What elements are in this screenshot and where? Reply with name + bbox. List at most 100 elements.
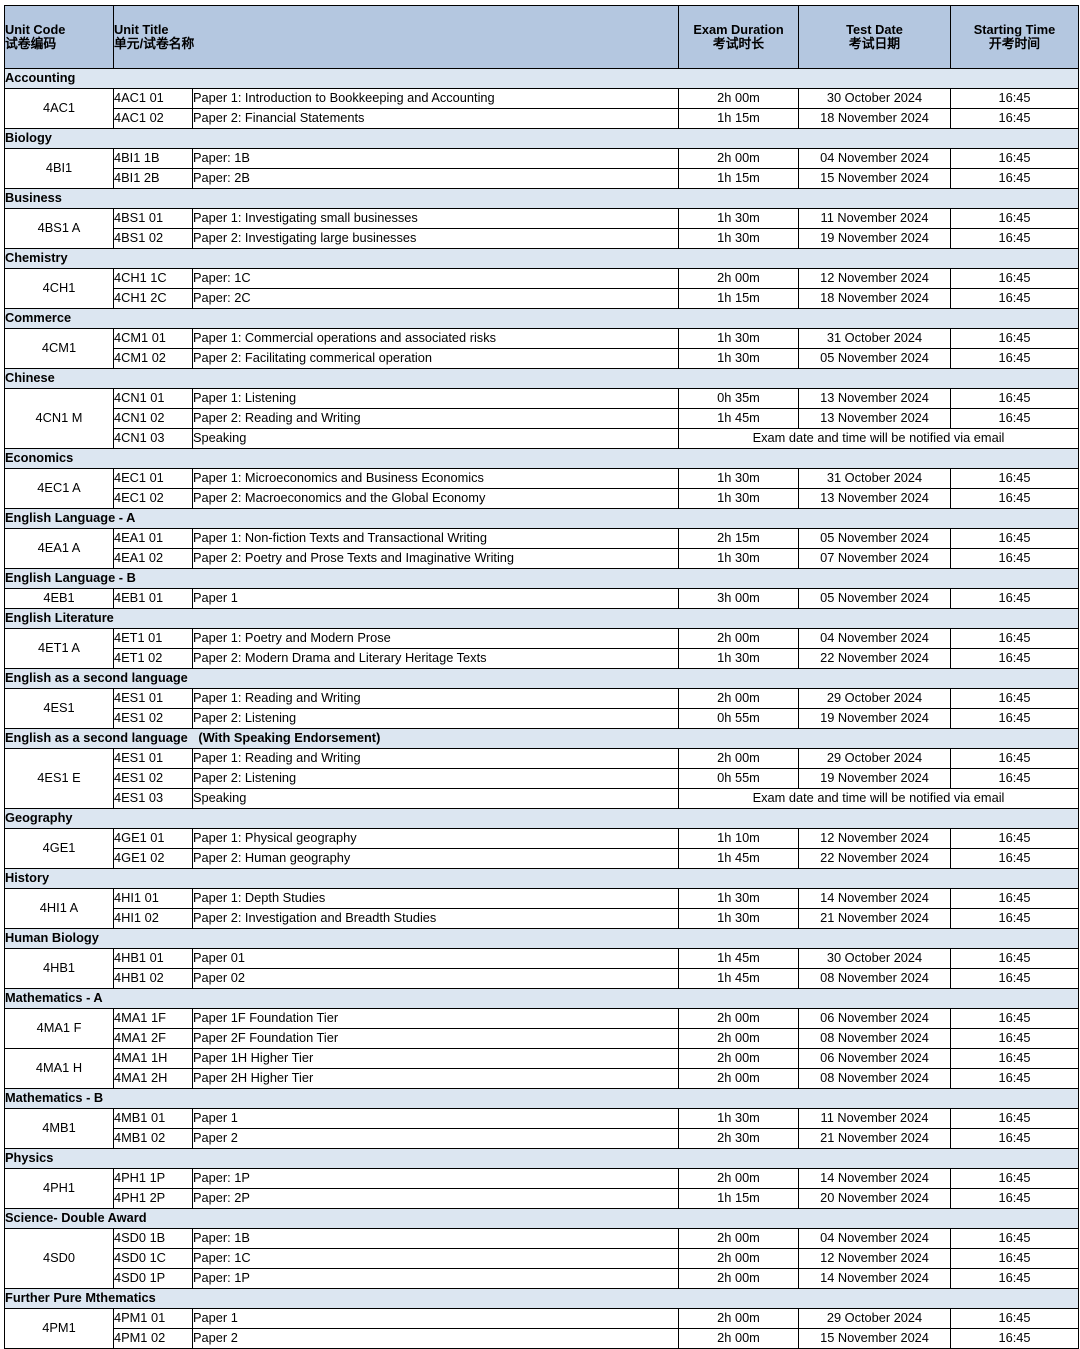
- subject-group-header: Business: [4, 188, 1079, 209]
- table-row: 4MA1 2F Paper 2F Foundation Tier 2h 00m 08 …: [5, 1028, 1079, 1049]
- paper-title-cell: Paper 2: Listening: [192, 708, 679, 729]
- test-date-cell: 13 November 2024: [798, 488, 951, 509]
- paper-title-cell: Paper 1: Commercial operations and assoc…: [192, 328, 679, 349]
- starting-time-cell: 16:45: [950, 328, 1079, 349]
- subject-name: Accounting: [4, 68, 1079, 89]
- table-row: 4ES1 02 Paper 2: Listening 0h 55m 19 Novemb…: [5, 768, 1079, 789]
- subject-group-header: Commerce: [4, 308, 1079, 329]
- paper-title-cell: Paper 1: Non-fiction Texts and Transacti…: [192, 528, 679, 549]
- exam-duration-cell: 2h 00m: [678, 88, 799, 109]
- exam-duration-cell: 1h 15m: [678, 108, 799, 129]
- subject-group-header: Geography: [4, 808, 1079, 829]
- subject-group-header: History: [4, 868, 1079, 889]
- subject-name: Further Pure Mthematics: [4, 1288, 1079, 1309]
- exam-duration-cell: 1h 30m: [678, 488, 799, 509]
- paper-code-cell: 4MA1 1H: [113, 1048, 193, 1069]
- starting-time-cell: 16:45: [950, 408, 1079, 429]
- paper-title-cell: Paper 2: Investigating large businesses: [192, 228, 679, 249]
- paper-title-cell: Paper: 1B: [192, 148, 679, 169]
- table-row: 4CN1 M 4CN1 01 Paper 1: Listening 0h 35m 13 …: [4, 388, 1079, 449]
- table-row: 4EA1 A 4EA1 01 Paper 1: Non-fiction Texts …: [4, 528, 1079, 569]
- test-date-cell: 29 October 2024: [798, 688, 951, 709]
- paper-code-cell: 4AC1 01: [113, 88, 193, 109]
- test-date-cell: 14 November 2024: [798, 1268, 951, 1289]
- paper-code-cell: 4CH1 1C: [113, 268, 193, 289]
- subject-name: English Language - A: [4, 508, 1079, 529]
- paper-code-cell: 4BI1 2B: [113, 168, 193, 189]
- exam-duration-cell: 2h 00m: [678, 1068, 799, 1089]
- subject-group-header: Physics: [4, 1148, 1079, 1169]
- exam-duration-cell: 2h 00m: [678, 628, 799, 649]
- paper-title-cell: Paper 2: Poetry and Prose Texts and Imag…: [192, 548, 679, 569]
- starting-time-cell: 16:45: [950, 968, 1079, 989]
- test-date-cell: 18 November 2024: [798, 288, 951, 309]
- table-row: 4BS1 02 Paper 2: Investigating large busi…: [5, 228, 1079, 249]
- paper-title-cell: Paper 2H Higher Tier: [192, 1068, 679, 1089]
- column-header-starting-time: Starting Time 开考时间: [950, 5, 1079, 69]
- test-date-cell: 29 October 2024: [798, 748, 951, 769]
- test-date-cell: 07 November 2024: [798, 548, 951, 569]
- table-row: 4ES1 02 Paper 2: Listening 0h 55m 19 Novemb…: [5, 708, 1079, 729]
- starting-time-cell: 16:45: [950, 628, 1079, 649]
- paper-code-cell: 4ES1 03: [113, 788, 193, 809]
- table-row: 4MA1 H 4MA1 1H Paper 1H Higher Tier 2h 00m 0…: [4, 1048, 1079, 1089]
- starting-time-cell: 16:45: [950, 1028, 1079, 1049]
- exam-duration-cell: 2h 00m: [678, 268, 799, 289]
- table-row: 4CN1 03 Speaking Exam date and time will b…: [5, 428, 1079, 449]
- subject-group-header: English as a second language: [4, 668, 1079, 689]
- table-row: 4MB1 02 Paper 2 2h 30m 21 November 2024 16:4…: [5, 1128, 1079, 1149]
- starting-time-cell: 16:45: [950, 488, 1079, 509]
- test-date-cell: 12 November 2024: [798, 268, 951, 289]
- test-date-cell: 14 November 2024: [798, 1168, 951, 1189]
- table-row: 4BI1 2B Paper: 2B 1h 15m 15 November 2024 16…: [5, 168, 1079, 189]
- subject-name: Biology: [4, 128, 1079, 149]
- column-header-starting-time-en: Starting Time: [973, 21, 1056, 37]
- starting-time-cell: 16:45: [950, 1168, 1079, 1189]
- subject-name: English Literature: [4, 608, 1079, 629]
- exam-duration-cell: 2h 00m: [678, 748, 799, 769]
- test-date-cell: 05 November 2024: [798, 528, 951, 549]
- table-row: 4PH1 4PH1 1P Paper: 1P 2h 00m 14 November 20…: [4, 1168, 1079, 1209]
- paper-title-cell: Paper 1: Reading and Writing: [192, 748, 679, 769]
- table-row: 4EB1 4EB1 01 Paper 1 3h 00m 05 November 2024…: [4, 588, 1079, 609]
- test-date-cell: 13 November 2024: [798, 408, 951, 429]
- starting-time-cell: 16:45: [950, 348, 1079, 369]
- column-header-exam-duration-cn: 考试时长: [712, 36, 765, 51]
- exam-duration-cell: 1h 30m: [678, 328, 799, 349]
- subject-group-header: English Language - B: [4, 568, 1079, 589]
- unit-code-cell: 4CH1: [4, 268, 114, 309]
- subject-group-header: Economics: [4, 448, 1079, 469]
- starting-time-cell: 16:45: [950, 1228, 1079, 1249]
- unit-code-cell: 4BS1 A: [4, 208, 114, 249]
- test-date-cell: 31 October 2024: [798, 328, 951, 349]
- table-row: 4MA1 F 4MA1 1F Paper 1F Foundation Tier 2h …: [4, 1008, 1079, 1049]
- test-date-cell: 05 November 2024: [798, 588, 951, 609]
- test-date-cell: 21 November 2024: [798, 908, 951, 929]
- paper-code-cell: 4PM1 01: [113, 1308, 193, 1329]
- paper-code-cell: 4EC1 02: [113, 488, 193, 509]
- paper-title-cell: Paper 2: [192, 1128, 679, 1149]
- subject-name: English Language - B: [4, 568, 1079, 589]
- paper-title-cell: Paper 1F Foundation Tier: [192, 1008, 679, 1029]
- unit-code-cell: 4ES1 E: [4, 748, 114, 809]
- test-date-cell: 06 November 2024: [798, 1048, 951, 1069]
- starting-time-cell: 16:45: [950, 1308, 1079, 1329]
- unit-code-cell: 4AC1: [4, 88, 114, 129]
- subject-name: Chemistry: [4, 248, 1079, 269]
- test-date-cell: 30 October 2024: [798, 948, 951, 969]
- table-row: 4PH1 2P Paper: 2P 1h 15m 20 November 2024 16…: [5, 1188, 1079, 1209]
- starting-time-cell: 16:45: [950, 888, 1079, 909]
- column-header-test-date-cn: 考试日期: [848, 36, 901, 51]
- subject-name: Human Biology: [4, 928, 1079, 949]
- test-date-cell: 29 October 2024: [798, 1308, 951, 1329]
- test-date-cell: 19 November 2024: [798, 708, 951, 729]
- exam-duration-cell: 1h 30m: [678, 548, 799, 569]
- paper-code-cell: 4BS1 02: [113, 228, 193, 249]
- subject-group-header: Chemistry: [4, 248, 1079, 269]
- exam-duration-cell: 2h 00m: [678, 1308, 799, 1329]
- starting-time-cell: 16:45: [950, 468, 1079, 489]
- exam-duration-cell: 2h 00m: [678, 1168, 799, 1189]
- paper-code-cell: 4CN1 01: [113, 388, 193, 409]
- unit-code-cell: 4BI1: [4, 148, 114, 189]
- starting-time-cell: 16:45: [950, 1128, 1079, 1149]
